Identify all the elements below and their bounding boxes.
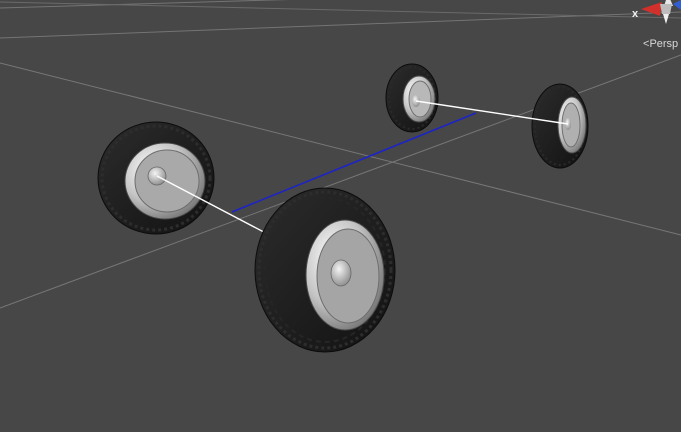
gizmo-center[interactable]: [660, 4, 672, 14]
scene-canvas[interactable]: [0, 0, 681, 432]
gizmo-x-label: x: [632, 8, 639, 20]
projection-toggle[interactable]: <Persp: [643, 38, 678, 50]
y-axis-down-cone[interactable]: [663, 14, 669, 24]
rim-inner: [561, 102, 581, 148]
z-axis-cone[interactable]: [673, 0, 681, 10]
scene-viewport[interactable]: x <Persp: [0, 0, 681, 432]
rear-right-wheel[interactable]: [531, 83, 589, 169]
grid-line: [0, 1, 681, 19]
front-right-wheel[interactable]: [254, 187, 396, 353]
front-left-wheel[interactable]: [97, 121, 215, 235]
hub: [330, 259, 352, 287]
rear-left-wheel[interactable]: [385, 63, 439, 133]
projection-label: Persp: [649, 38, 679, 50]
